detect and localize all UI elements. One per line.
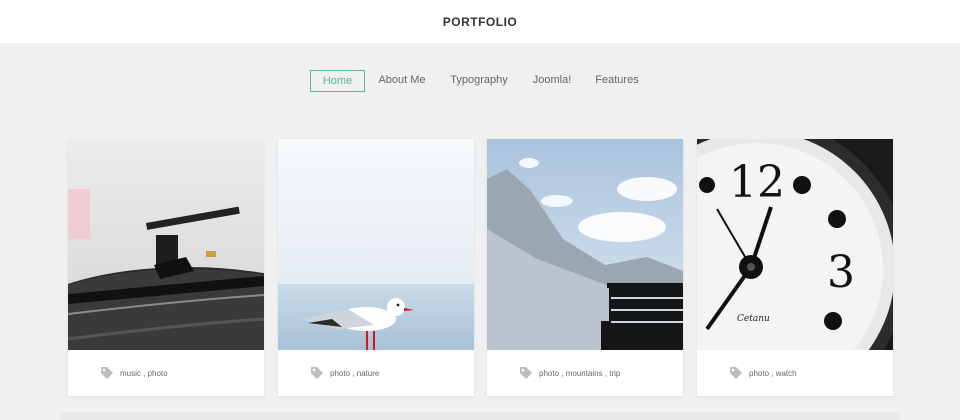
item-tags: photo , watch <box>697 350 893 396</box>
portfolio-item[interactable]: photo , mountains , trip <box>487 139 683 396</box>
nav-item-joomla[interactable]: Joomla! <box>529 70 575 90</box>
nav-item-features[interactable]: Features <box>592 70 642 90</box>
item-tags: photo , mountains , trip <box>487 350 683 396</box>
svg-text:Cetanu: Cetanu <box>737 314 770 324</box>
record-player-photo[interactable] <box>68 139 264 350</box>
site-header: PORTFOLIO <box>0 0 960 43</box>
tag-list[interactable]: music , photo <box>120 369 168 378</box>
portfolio-item[interactable]: 12 3 Cetanu photo , watch <box>697 139 893 396</box>
mountains-photo[interactable] <box>487 139 683 350</box>
item-tags: music , photo <box>68 350 264 396</box>
tag-icon <box>520 367 532 379</box>
tag-list[interactable]: photo , mountains , trip <box>539 369 620 378</box>
portfolio-item[interactable]: music , photo <box>68 139 264 396</box>
nav-item-about-me[interactable]: About Me <box>374 70 430 90</box>
clock-photo[interactable]: 12 3 Cetanu <box>697 139 893 350</box>
next-row-placeholder <box>60 412 900 420</box>
seagull-photo[interactable] <box>278 139 474 350</box>
main-nav: Home About Me Typography Joomla! Feature… <box>0 70 960 92</box>
nav-item-home[interactable]: Home <box>310 70 365 92</box>
tag-list[interactable]: photo , watch <box>749 369 797 378</box>
svg-text:12: 12 <box>729 157 785 208</box>
svg-text:3: 3 <box>827 247 855 298</box>
tag-icon <box>730 367 742 379</box>
tag-icon <box>101 367 113 379</box>
tag-icon <box>311 367 323 379</box>
site-title[interactable]: PORTFOLIO <box>443 15 518 29</box>
tag-list[interactable]: photo , nature <box>330 369 379 378</box>
item-tags: photo , nature <box>278 350 474 396</box>
nav-item-typography[interactable]: Typography <box>446 70 512 90</box>
portfolio-item[interactable]: photo , nature <box>278 139 474 396</box>
